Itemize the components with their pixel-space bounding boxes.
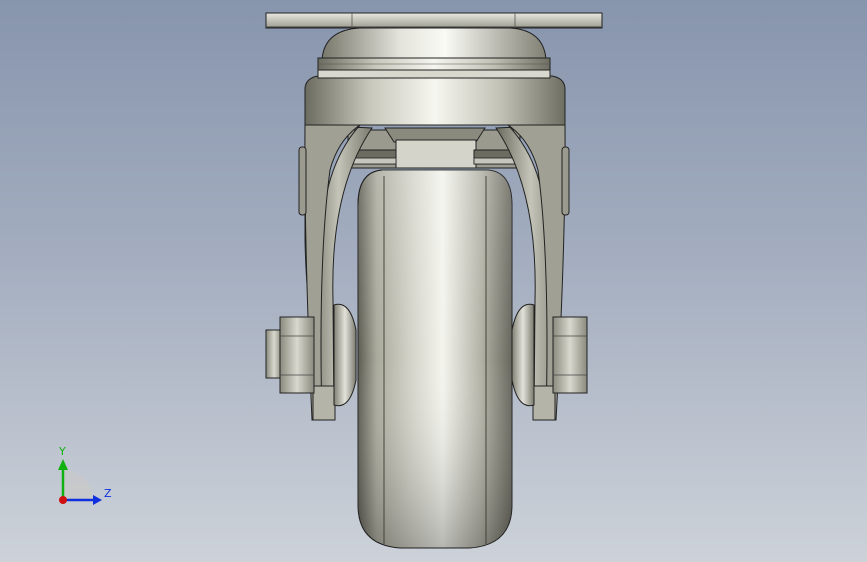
axle-nut-left[interactable] (265, 316, 315, 394)
reference-triad: Y Z (58, 445, 112, 505)
triad-plane-icon (63, 470, 93, 500)
hub-left (333, 303, 357, 407)
swivel-dome[interactable] (317, 27, 551, 71)
hub-right (511, 303, 535, 407)
x-axis-dot (59, 496, 67, 504)
mounting-plate[interactable] (265, 12, 603, 29)
swivel-housing[interactable] (304, 69, 566, 126)
triad-y-label: Y (58, 445, 66, 458)
graphics-viewport[interactable]: Y Z (0, 0, 867, 562)
caster-model[interactable]: Y Z (0, 0, 867, 562)
axle-nut-right[interactable] (552, 316, 588, 394)
triad-z-label: Z (104, 487, 112, 500)
wheel[interactable] (357, 169, 513, 549)
fork-bridge (347, 127, 521, 169)
